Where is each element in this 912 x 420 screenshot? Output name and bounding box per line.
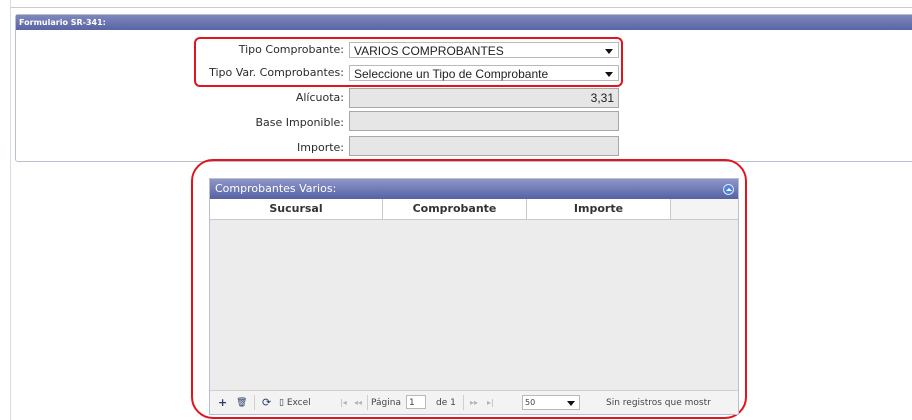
pager-separator <box>367 395 368 410</box>
excel-label: Excel <box>286 398 311 408</box>
column-header-comprobante[interactable]: Comprobante <box>383 199 527 219</box>
tipo-var-comprobantes-select[interactable]: Seleccione un Tipo de Comprobante <box>349 65 619 81</box>
last-page-icon[interactable]: ▸| <box>487 397 494 409</box>
grid-caption-text: Comprobantes Varios: <box>215 182 337 195</box>
delete-icon[interactable]: 🗑 <box>236 397 247 409</box>
pager-separator <box>254 395 255 410</box>
prev-page-icon[interactable]: ◂◂ <box>354 397 362 409</box>
alicuota-field[interactable]: 3,31 <box>349 88 619 108</box>
grid-header-filler <box>671 199 738 220</box>
alicuota-label: Alícuota: <box>295 91 344 104</box>
column-header-sucursal[interactable]: Sucursal <box>210 199 383 219</box>
rows-per-page-value: 50 <box>525 398 536 407</box>
tipo-comprobante-select[interactable]: VARIOS COMPROBANTES <box>349 42 619 58</box>
grid-caption: Comprobantes Varios: <box>210 179 738 199</box>
tipo-comprobante-label: Tipo Comprobante: <box>238 43 344 56</box>
pagina-label: Página <box>371 398 401 408</box>
frame-left-border <box>0 0 11 420</box>
form-panel: Formulario SR-341: Tipo Comprobante: VAR… <box>15 14 912 162</box>
chevron-down-icon <box>567 401 575 406</box>
base-imponible-field[interactable] <box>349 111 619 131</box>
pager-separator <box>463 395 464 410</box>
excel-export-button[interactable]: ▯ Excel <box>279 397 311 409</box>
rows-per-page-select[interactable]: 50 <box>522 395 580 410</box>
frame-top-line <box>0 7 912 8</box>
grid-header: Sucursal Comprobante Importe <box>210 199 671 220</box>
total-pages-label: de 1 <box>436 398 456 408</box>
chevron-down-icon <box>605 49 613 54</box>
comprobantes-grid: Comprobantes Varios: Sucursal Comprobant… <box>209 178 739 415</box>
collapse-icon[interactable] <box>723 184 734 195</box>
excel-icon: ▯ <box>279 398 284 408</box>
importe-field[interactable] <box>349 136 619 156</box>
grid-pager: + 🗑 ⟳ ▯ Excel |◂ ◂◂ Página 1 de 1 ▸▸ ▸| … <box>210 390 738 414</box>
grid-body[interactable] <box>210 220 738 391</box>
refresh-icon[interactable]: ⟳ <box>262 397 271 409</box>
form-title: Formulario SR-341: <box>16 15 912 30</box>
records-status: Sin registros que mostr <box>606 398 711 408</box>
tipo-comprobante-value: VARIOS COMPROBANTES <box>354 44 504 58</box>
tipo-var-comprobantes-label: Tipo Var. Comprobantes: <box>209 66 344 79</box>
next-page-icon[interactable]: ▸▸ <box>470 397 478 409</box>
page-number-input[interactable]: 1 <box>406 395 426 409</box>
base-imponible-label: Base Imponible: <box>255 116 345 129</box>
importe-label: Importe: <box>297 141 344 154</box>
chevron-down-icon <box>605 72 613 77</box>
first-page-icon[interactable]: |◂ <box>340 397 347 409</box>
add-icon[interactable]: + <box>218 397 227 409</box>
tipo-var-comprobantes-value: Seleccione un Tipo de Comprobante <box>354 67 549 81</box>
column-header-importe[interactable]: Importe <box>527 199 671 219</box>
